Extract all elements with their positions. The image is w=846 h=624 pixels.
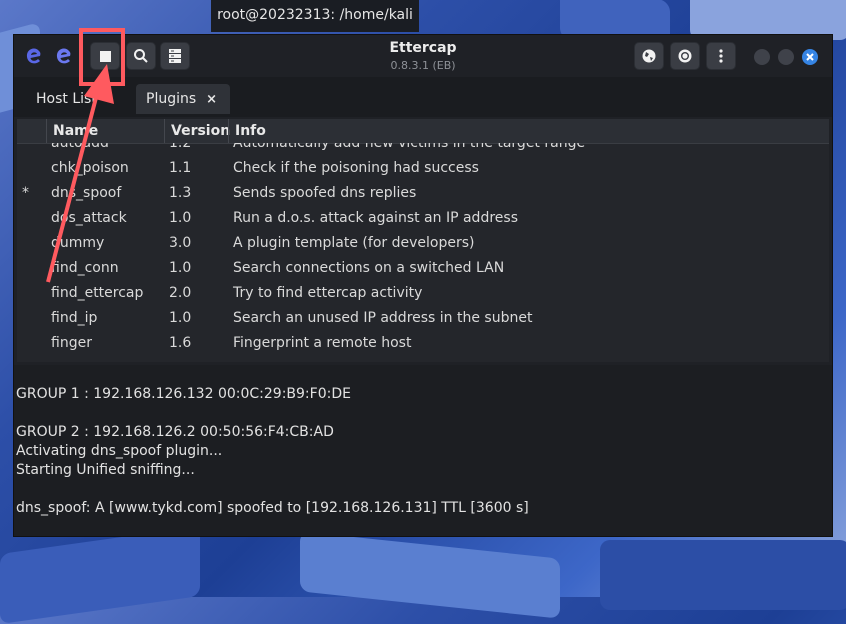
table-body: autoadd 1.2 Automatically add new victims … (17, 143, 829, 362)
table-row[interactable]: chk_poison 1.1 Check if the poisoning had … (17, 156, 829, 181)
plugin-info: A plugin template (for developers) (233, 235, 475, 251)
plugin-name: finger (51, 335, 92, 351)
record-button[interactable] (670, 42, 700, 70)
wallpaper-key (600, 540, 846, 610)
plugin-version: 1.0 (169, 310, 192, 326)
plugin-info: Search an unused IP address in the subne… (233, 310, 533, 326)
ettercap-window: Ettercap 0.8.3.1 (EB) Host List Plugins … (13, 34, 833, 537)
plugin-info: Sends spoofed dns replies (233, 185, 417, 201)
wallpaper-key (300, 531, 560, 619)
plugin-info: Search connections on a switched LAN (233, 260, 505, 276)
plugin-version: 3.0 (169, 235, 192, 251)
plugin-info: Run a d.o.s. attack against an IP addres… (233, 210, 518, 226)
globe-icon (642, 49, 656, 63)
record-icon (678, 49, 692, 63)
annotation-arrow-icon (46, 64, 114, 283)
plugin-version: 1.1 (169, 160, 192, 176)
table-row[interactable]: autoadd 1.2 Automatically add new victims … (17, 143, 829, 156)
menu-dots-icon (719, 49, 723, 63)
mitm-button[interactable] (634, 42, 664, 70)
plugin-version: 1.6 (169, 335, 192, 351)
plugin-info: Automatically add new victims in the tar… (233, 143, 586, 151)
table-row[interactable]: * dns_spoof 1.3 Sends spoofed dns replies (17, 181, 829, 206)
log-line: Activating dns_spoof plugin... (16, 443, 223, 459)
close-icon (806, 53, 814, 61)
wallpaper-key (0, 525, 200, 624)
plugin-version: 1.0 (169, 260, 192, 276)
menu-button[interactable] (706, 42, 736, 70)
column-header-version[interactable]: Version (164, 119, 230, 143)
log-line: dns_spoof: A [www.tykd.com] spoofed to [… (16, 500, 529, 516)
table-row[interactable]: finger 1.6 Fingerprint a remote host (17, 331, 829, 356)
minimize-button[interactable] (754, 49, 770, 65)
plugin-name: find_ip (51, 310, 98, 326)
plugin-info: Fingerprint a remote host (233, 335, 412, 351)
close-button[interactable] (802, 49, 818, 65)
log-line: GROUP 1 : 192.168.126.132 00:0C:29:B9:F0… (16, 386, 351, 402)
plugin-info: Try to find ettercap activity (233, 285, 423, 301)
table-row[interactable]: dummy 3.0 A plugin template (for developer… (17, 231, 829, 256)
table-row[interactable]: find_conn 1.0 Search connections on a swit… (17, 256, 829, 281)
header-bar: Ettercap 0.8.3.1 (EB) (14, 35, 832, 77)
plugin-version: 2.0 (169, 285, 192, 301)
log-console: GROUP 1 : 192.168.126.132 00:0C:29:B9:F0… (14, 365, 832, 536)
plugin-version: 1.3 (169, 185, 192, 201)
tab-label: Plugins (146, 91, 197, 107)
table-header: Name Version Info (17, 119, 829, 144)
plugins-table: Name Version Info autoadd 1.2 Automaticall… (17, 119, 829, 362)
log-line: Starting Unified sniffing... (16, 462, 195, 478)
table-row[interactable]: dos_attack 1.0 Run a d.o.s. attack against… (17, 206, 829, 231)
table-row[interactable]: find_ip 1.0 Search an unused IP address in… (17, 306, 829, 331)
column-header-info[interactable]: Info (228, 119, 829, 143)
tab-close-icon[interactable]: × (206, 92, 217, 107)
row-active-marker: * (22, 185, 29, 201)
plugin-version: 1.2 (169, 143, 192, 151)
tab-plugins[interactable]: Plugins × (136, 84, 230, 114)
plugin-info: Check if the poisoning had success (233, 160, 479, 176)
log-line: GROUP 2 : 192.168.126.2 00:50:56:F4:CB:A… (16, 424, 334, 440)
table-row[interactable]: find_ettercap 2.0 Try to find ettercap act… (17, 281, 829, 306)
tab-bar: Host List Plugins × (14, 77, 832, 117)
maximize-button[interactable] (778, 49, 794, 65)
plugin-version: 1.0 (169, 210, 192, 226)
terminal-title: root@20232313: /home/kali (211, 0, 419, 32)
table-rows: autoadd 1.2 Automatically add new victims … (17, 143, 829, 356)
